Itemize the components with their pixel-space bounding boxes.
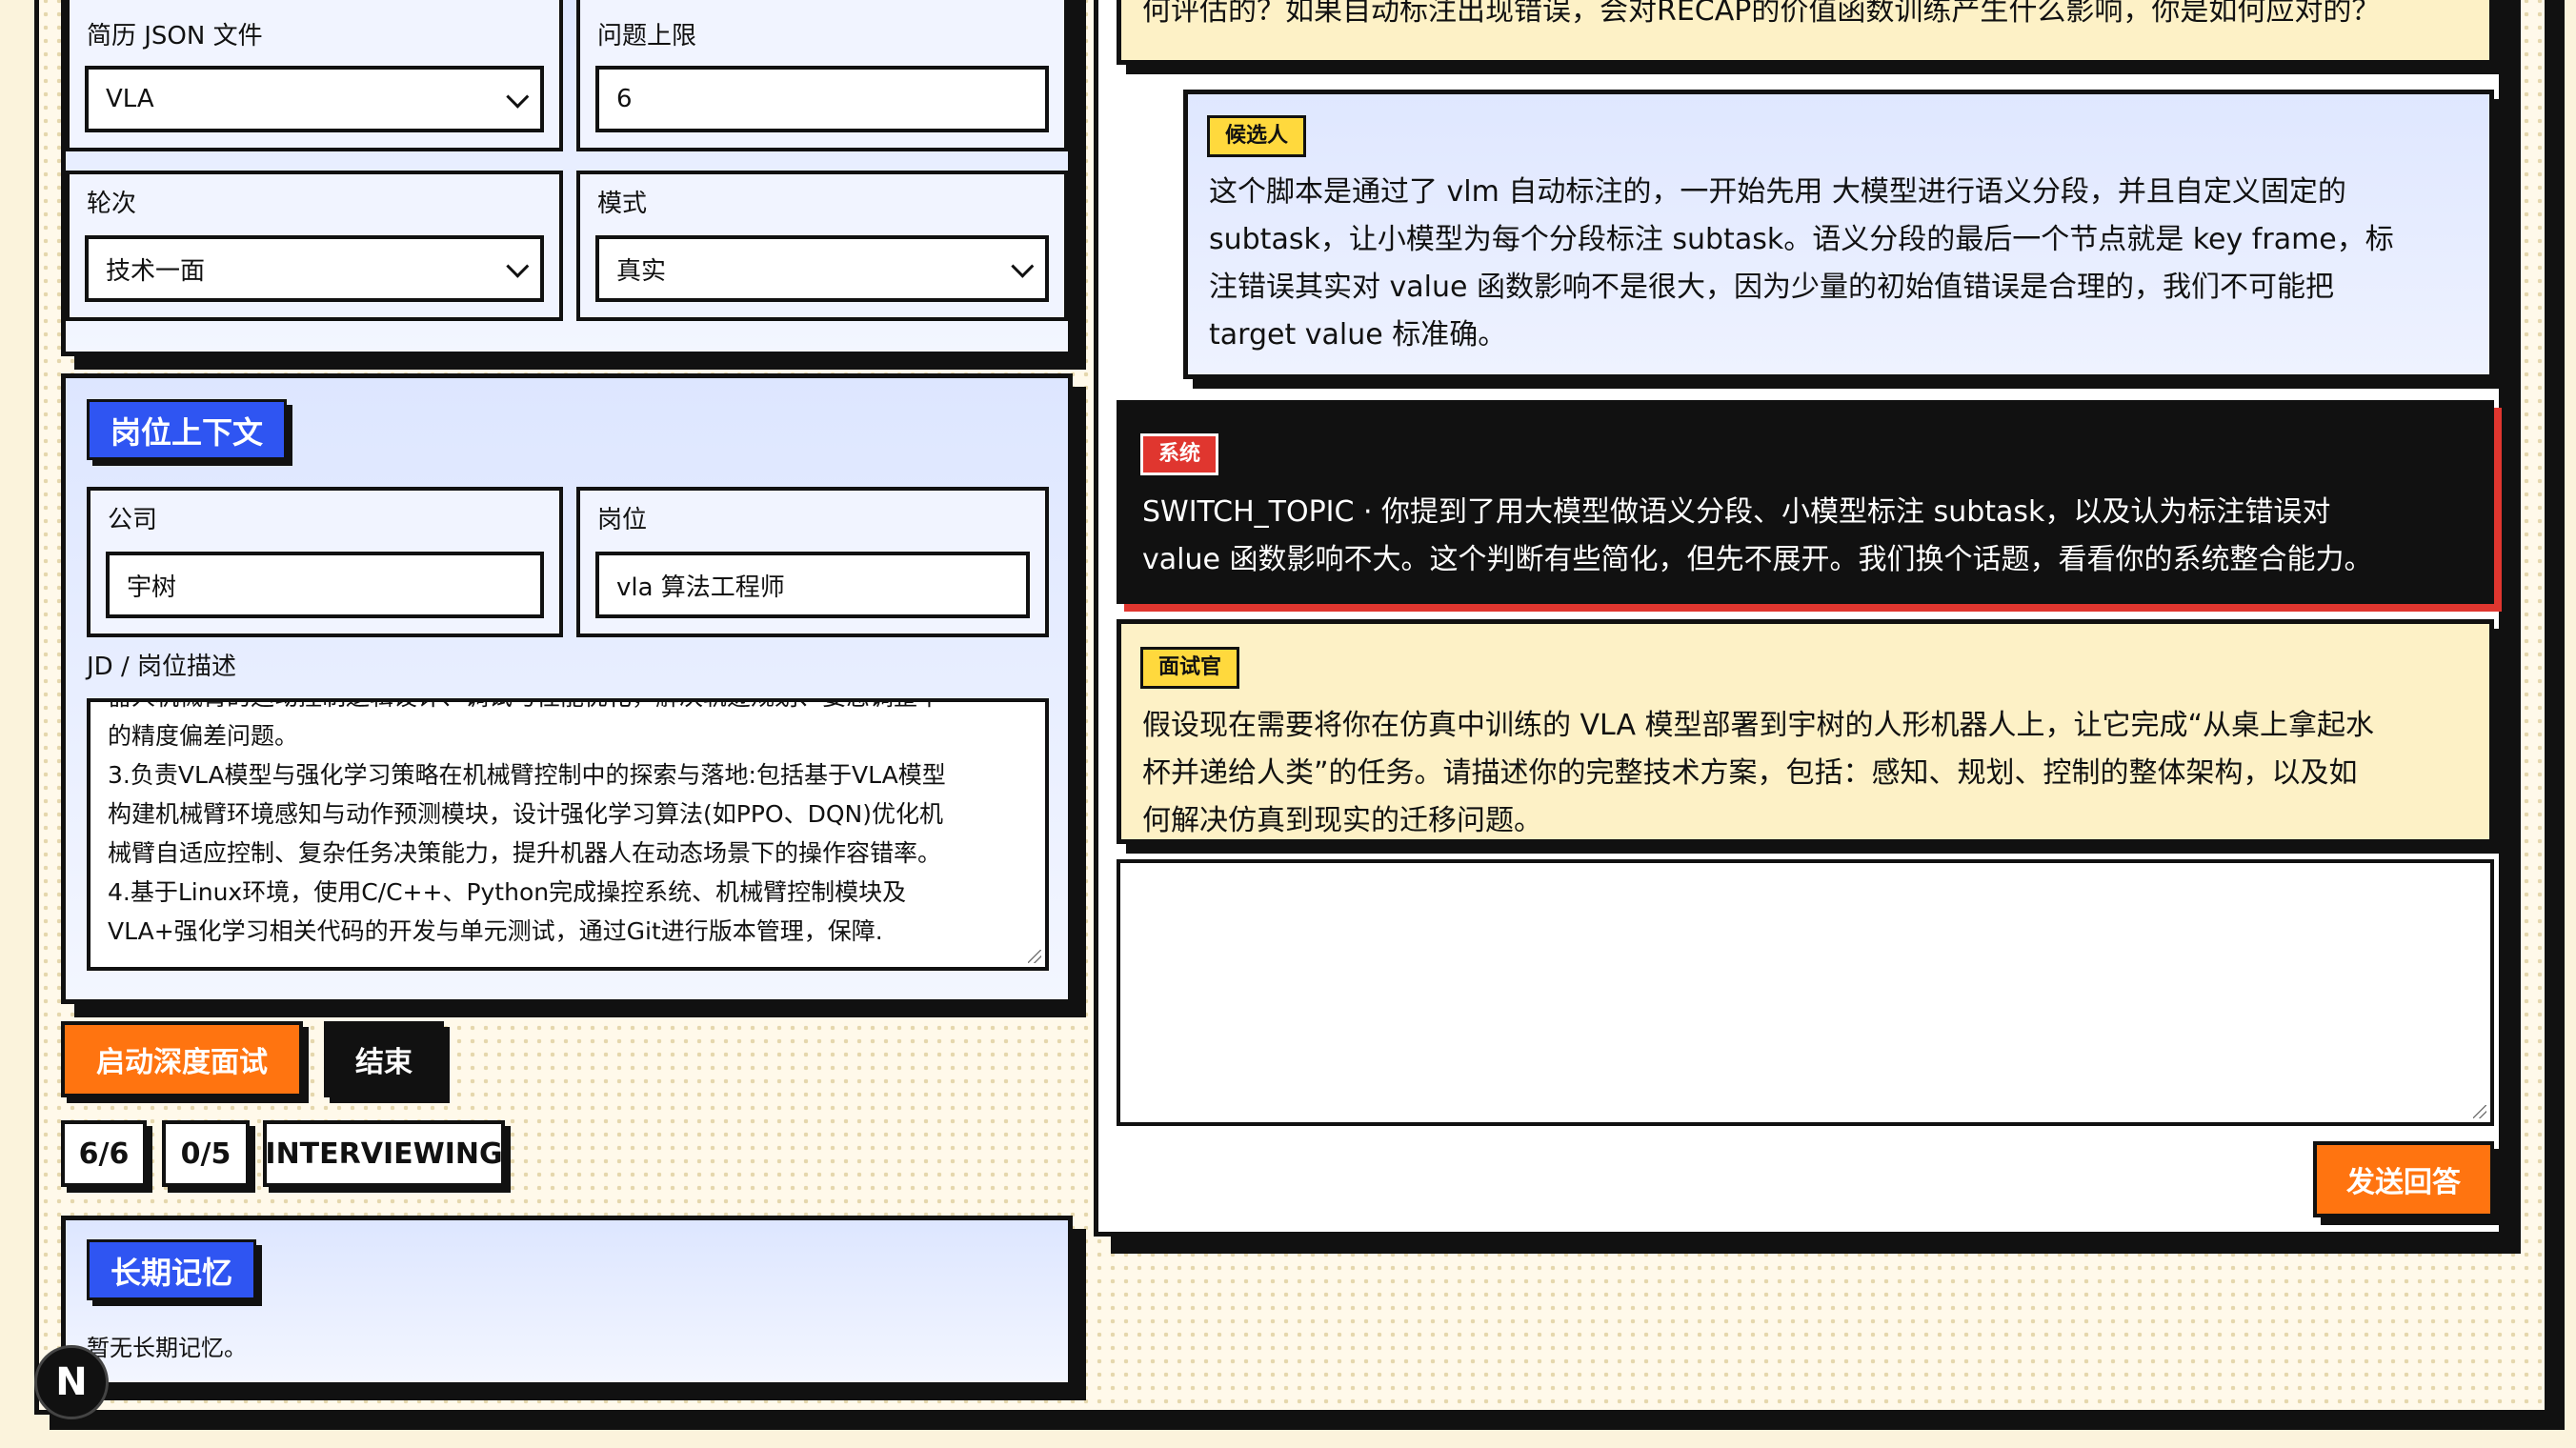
message-line: 杯并递给人类”的任务。请描述你的完整技术方案，包括：感知、规划、控制的整体架构，… <box>1142 756 2358 790</box>
resume-select-value: VLA <box>106 85 154 113</box>
chat-message-interviewer-prev: 何评估的？如果自动标注出现错误，会对RECAP的价值函数训练产生什么影响，你是如… <box>1117 0 2494 65</box>
memory-empty-text: 暂无长期记忆。 <box>87 1335 247 1361</box>
chat-message-candidate: 候选人 这个脚本是通过了 vlm 自动标注的，一开始先用 大模型进行语义分段，并… <box>1183 90 2494 379</box>
company-field: 公司 宇树 <box>87 487 563 637</box>
jd-text: 器人机械臂的运动控制逻辑设计、调试与性能优化，解决轨迹规划、姿态调整中 的精度偏… <box>108 702 1028 951</box>
resume-select[interactable]: VLA <box>85 66 544 132</box>
jd-label: JD / 岗位描述 <box>87 653 236 681</box>
mode-select[interactable]: 真实 <box>595 235 1049 302</box>
message-text: 假设现在需要将你在仿真中训练的 VLA 模型部署到宇树的人形机器人上，让它完成“… <box>1142 702 2375 839</box>
job-context-panel: 岗位上下文 公司 宇树 岗位 vla 算法工程师 JD / 岗位描述 器人机械臂… <box>61 373 1073 1004</box>
job-context-title: 岗位上下文 <box>87 399 288 460</box>
role-tag-candidate: 候选人 <box>1207 115 1307 157</box>
jd-line: 械臂自适应控制、复杂任务决策能力，提升机器人在动态场景下的操作容错率。 <box>108 839 942 867</box>
chevron-down-icon <box>506 85 530 109</box>
message-line: value 函数影响不大。这个判断有些简化，但先不展开。我们换个话题，看看你的系… <box>1142 543 2373 576</box>
chat-message-interviewer: 面试官 假设现在需要将你在仿真中训练的 VLA 模型部署到宇树的人形机器人上，让… <box>1117 619 2494 844</box>
start-interview-button[interactable]: 启动深度面试 <box>61 1021 303 1097</box>
nextjs-logo-icon: N <box>55 1360 88 1404</box>
memory-panel: 长期记忆 暂无长期记忆。 <box>61 1216 1073 1387</box>
interview-state-badge: INTERVIEWING <box>263 1120 505 1187</box>
position-label: 岗位 <box>597 506 648 534</box>
position-value: vla 算法工程师 <box>616 573 785 602</box>
company-input[interactable]: 宇树 <box>106 552 544 618</box>
round-select-value: 技术一面 <box>106 256 206 286</box>
round-field: 轮次 技术一面 <box>66 171 563 321</box>
message-line: subtask，让小模型为每个分段标注 subtask。语义分段的最后一个节点就… <box>1209 223 2394 256</box>
chevron-down-icon <box>506 254 530 278</box>
message-line: 何评估的？如果自动标注出现错误，会对RECAP的价值函数训练产生什么影响，你是如… <box>1142 0 2381 28</box>
resume-label: 简历 JSON 文件 <box>87 22 263 50</box>
message-line: 注错误其实对 value 函数影响不是很大，因为少量的初始值错误是合理的，我们不… <box>1209 271 2335 304</box>
position-field: 岗位 vla 算法工程师 <box>576 487 1049 637</box>
jd-line: 构建机械臂环境感知与动作预测模块，设计强化学习算法(如PPO、DQN)优化机 <box>108 800 943 828</box>
question-limit-input[interactable]: 6 <box>595 66 1049 132</box>
jd-line: VLA+强化学习相关代码的开发与单元测试，通过Git进行版本管理，保障. <box>108 917 883 945</box>
config-panel: 简历 JSON 文件 VLA 问题上限 6 轮次 技术一面 模式 真实 <box>61 0 1073 356</box>
jd-line: 的精度偏差问题。 <box>108 722 299 750</box>
company-value: 宇树 <box>127 573 177 602</box>
mode-label: 模式 <box>597 190 648 218</box>
message-line: target value 标准确。 <box>1209 318 1507 352</box>
memory-title: 长期记忆 <box>87 1239 257 1300</box>
chat-message-system: 系统 SWITCH_TOPIC · 你提到了用大模型做语义分段、小模型标注 su… <box>1117 400 2494 604</box>
question-limit-value: 6 <box>616 85 633 113</box>
jd-line: 4.基于Linux环境，使用C/C++、Python完成操控系统、机械臂控制模块… <box>108 878 907 906</box>
send-answer-button[interactable]: 发送回答 <box>2313 1141 2494 1217</box>
role-tag-system: 系统 <box>1140 433 1219 475</box>
resize-handle-icon[interactable] <box>1028 950 1041 963</box>
position-input[interactable]: vla 算法工程师 <box>595 552 1030 618</box>
resume-field: 简历 JSON 文件 VLA <box>66 0 563 151</box>
question-progress-badge: 6/6 <box>61 1120 147 1187</box>
message-line: SWITCH_TOPIC · 你提到了用大模型做语义分段、小模型标注 subta… <box>1142 495 2331 529</box>
chevron-down-icon <box>1011 254 1035 278</box>
round-label: 轮次 <box>87 190 137 218</box>
answer-textarea[interactable] <box>1117 859 2494 1126</box>
jd-line: 器人机械臂的运动控制逻辑设计、调试与性能优化，解决轨迹规划、姿态调整中 <box>108 702 1028 716</box>
jd-textarea[interactable]: 器人机械臂的运动控制逻辑设计、调试与性能优化，解决轨迹规划、姿态调整中 的精度偏… <box>87 698 1049 971</box>
end-button[interactable]: 结束 <box>324 1021 444 1097</box>
question-limit-field: 问题上限 6 <box>576 0 1068 151</box>
question-limit-label: 问题上限 <box>597 22 697 50</box>
message-line: 假设现在需要将你在仿真中训练的 VLA 模型部署到宇树的人形机器人上，让它完成“… <box>1142 709 2375 742</box>
company-label: 公司 <box>108 506 158 534</box>
message-text: SWITCH_TOPIC · 你提到了用大模型做语义分段、小模型标注 subta… <box>1142 489 2372 584</box>
mode-field: 模式 真实 <box>576 171 1068 321</box>
role-tag-interviewer: 面试官 <box>1140 647 1240 689</box>
message-line: 何解决仿真到现实的迁移问题。 <box>1142 804 1542 837</box>
resize-handle-icon[interactable] <box>2473 1105 2486 1118</box>
round-select[interactable]: 技术一面 <box>85 235 544 302</box>
jd-line: 3.负责VLA模型与强化学习策略在机械臂控制中的探索与落地:包括基于VLA模型 <box>108 761 946 789</box>
nextjs-dev-badge[interactable]: N <box>34 1345 109 1419</box>
score-badge: 0/5 <box>162 1120 250 1187</box>
app-root: 简历 JSON 文件 VLA 问题上限 6 轮次 技术一面 模式 真实 岗位上下… <box>0 0 2576 1448</box>
message-line: 这个脚本是通过了 vlm 自动标注的，一开始先用 大模型进行语义分段，并且自定义… <box>1209 175 2346 209</box>
mode-select-value: 真实 <box>616 256 667 286</box>
message-text: 这个脚本是通过了 vlm 自动标注的，一开始先用 大模型进行语义分段，并且自定义… <box>1209 169 2394 359</box>
